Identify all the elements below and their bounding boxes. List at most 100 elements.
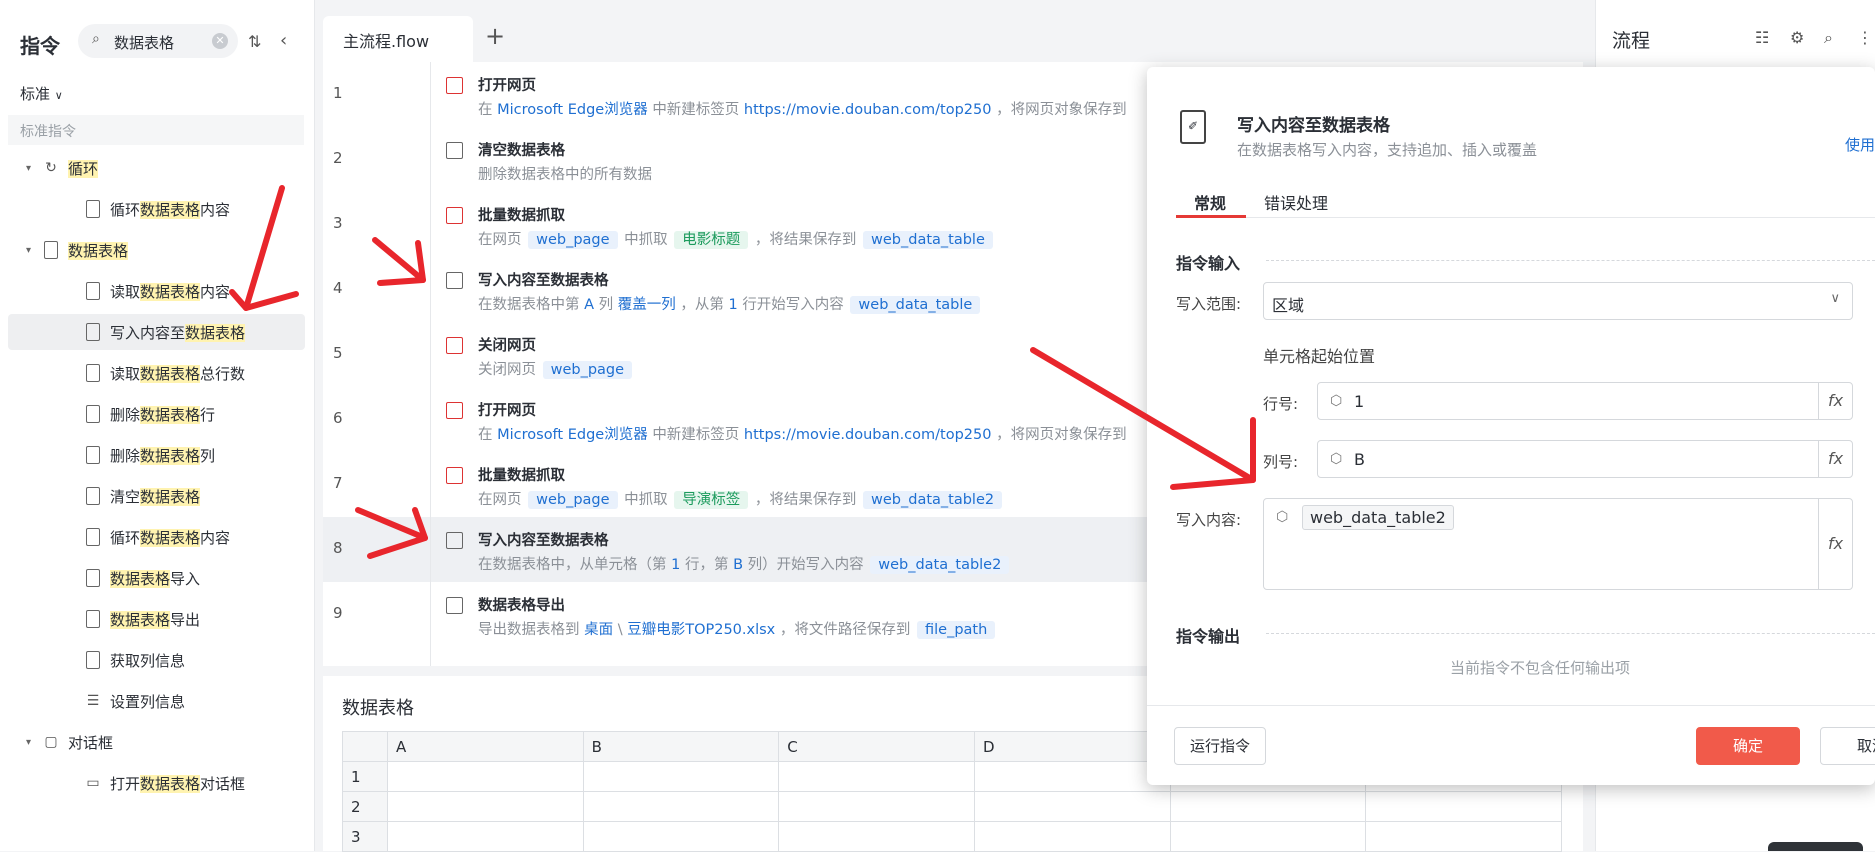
grid-cell[interactable] — [973, 791, 1171, 822]
variable-chip[interactable]: file_path — [916, 621, 996, 639]
sidebar-item[interactable]: ▭ 打开数据表格对话框 — [8, 765, 305, 801]
tab-main-flow[interactable]: 主流程.flow — [323, 16, 473, 62]
description-text: 1 — [671, 557, 681, 573]
sidebar-item[interactable]: ☰ 设置列信息 — [8, 683, 305, 719]
grid-corner[interactable] — [342, 731, 388, 762]
sidebar-item[interactable]: 读取数据表格总行数 — [8, 355, 305, 391]
grid-cell[interactable] — [582, 761, 780, 792]
variable-chip[interactable]: 导演标签 — [674, 491, 749, 509]
line-number: 6 — [333, 409, 343, 427]
sidebar-item[interactable]: 读取数据表格内容 — [8, 273, 305, 309]
collapse-sidebar-icon[interactable]: ‹ — [280, 30, 287, 51]
mode-dropdown[interactable]: 标准 ∨ — [20, 83, 63, 104]
expand-caret-icon[interactable]: ▾ — [26, 163, 42, 174]
help-link[interactable]: 使用 — [1845, 134, 1875, 155]
step-description: 在网页 web_page 中抓取 导演标签 ，将结果保存到 web_data_t… — [478, 488, 1004, 509]
grid-cell[interactable] — [386, 761, 584, 792]
grid-cell[interactable] — [386, 821, 584, 852]
add-tab-button[interactable]: + — [485, 22, 505, 50]
clear-search-icon[interactable]: ✕ — [212, 33, 228, 49]
document-icon — [446, 597, 463, 614]
column-number-input[interactable]: ⬡ B fx — [1317, 440, 1853, 478]
document-icon — [86, 282, 100, 300]
search-input[interactable]: ⌕ 数据表格 ✕ — [78, 24, 238, 58]
grid-cell[interactable] — [582, 821, 780, 852]
grid-cell[interactable] — [1365, 791, 1562, 822]
line-number: 9 — [333, 604, 343, 622]
variable-tag[interactable]: web_data_table2 — [1302, 505, 1454, 530]
step-title: 关闭网页 — [478, 338, 536, 354]
fx-button[interactable]: fx — [1818, 441, 1852, 477]
cancel-button[interactable]: 取消 — [1820, 727, 1875, 765]
variable-chip[interactable]: web_data_table — [863, 231, 993, 249]
sidebar-item[interactable]: 循环数据表格内容 — [8, 191, 305, 227]
sidebar-item[interactable]: 数据表格导出 — [8, 601, 305, 637]
confirm-button[interactable]: 确定 — [1696, 727, 1800, 765]
settings-icon[interactable]: ⚙ — [1790, 28, 1804, 47]
layers-icon[interactable]: ☷ — [1755, 28, 1769, 47]
range-select[interactable]: 区域 ∨ — [1263, 282, 1853, 320]
sidebar-item-label: 循环数据表格内容 — [110, 200, 231, 219]
variable-chip[interactable]: web_data_table2 — [870, 556, 1010, 574]
sidebar-item[interactable]: 循环数据表格内容 — [8, 519, 305, 555]
content-input[interactable]: ⬡ web_data_table2 fx — [1263, 498, 1853, 590]
step-title: 批量数据抓取 — [478, 468, 565, 484]
grid-cell[interactable] — [1365, 821, 1562, 852]
fx-button[interactable]: fx — [1818, 383, 1852, 419]
variable-chip[interactable]: web_page — [542, 361, 633, 379]
sidebar-item[interactable]: 删除数据表格行 — [8, 396, 305, 432]
expand-caret-icon[interactable]: ▾ — [26, 737, 42, 748]
sidebar-item[interactable]: 删除数据表格列 — [8, 437, 305, 473]
sidebar-item[interactable]: 写入内容至数据表格 — [8, 314, 305, 350]
tab-general[interactable]: 常规 — [1194, 190, 1226, 214]
variable-chip[interactable]: web_data_table — [850, 296, 981, 314]
sidebar-group[interactable]: ▾ ↻ 循环 — [8, 150, 305, 186]
row-number-input[interactable]: ⬡ 1 fx — [1317, 382, 1853, 420]
document-icon — [446, 272, 463, 289]
description-text: ，将结果保存到 — [754, 492, 857, 508]
sidebar-item[interactable]: 清空数据表格 — [8, 478, 305, 514]
row-header[interactable]: 1 — [342, 761, 388, 792]
column-header[interactable]: B — [582, 731, 780, 762]
sort-icon[interactable]: ⇅ — [248, 32, 261, 51]
grid-cell[interactable] — [778, 791, 975, 822]
description-text: 导出数据表格到 — [478, 622, 580, 638]
sidebar-item[interactable]: 获取列信息 — [8, 642, 305, 678]
run-instruction-button[interactable]: 运行指令 — [1174, 727, 1266, 765]
variable-chip[interactable]: 电影标题 — [674, 231, 749, 249]
description-text: 列）开始写入内容 — [747, 557, 864, 573]
grid-cell[interactable] — [973, 821, 1171, 852]
sidebar-group[interactable]: ▾ 数据表格 — [8, 232, 305, 268]
grid-cell[interactable] — [778, 821, 975, 852]
row-header[interactable]: 3 — [342, 821, 388, 852]
sidebar-group[interactable]: ▾ ▢ 对话框 — [8, 724, 305, 760]
content-label: 写入内容: — [1176, 511, 1242, 529]
more-icon[interactable]: ⋮ — [1857, 28, 1873, 47]
grid-cell[interactable] — [1169, 791, 1367, 822]
line-number: 2 — [333, 149, 343, 167]
grid-cell[interactable] — [1169, 821, 1367, 852]
row-header[interactable]: 2 — [342, 791, 388, 822]
variable-chip[interactable]: web_page — [528, 491, 618, 509]
sidebar-item[interactable]: 数据表格导入 — [8, 560, 305, 596]
grid-cell[interactable] — [973, 761, 1171, 792]
description-text: 桌面 — [584, 622, 614, 638]
grid-cell[interactable] — [386, 791, 584, 822]
description-text: B — [733, 557, 744, 573]
column-header[interactable]: A — [386, 731, 584, 762]
variable-chip[interactable]: web_page — [528, 231, 618, 249]
document-icon — [86, 200, 100, 218]
row-value: 1 — [1354, 392, 1365, 411]
tab-error-handling[interactable]: 错误处理 — [1264, 190, 1328, 214]
description-text: 关闭网页 — [478, 362, 536, 378]
search-icon[interactable]: ⌕ — [1824, 28, 1833, 48]
description-text: 在网页 — [478, 492, 522, 508]
column-header[interactable]: C — [778, 731, 975, 762]
grid-cell[interactable] — [582, 791, 780, 822]
grid-cell[interactable] — [778, 761, 975, 792]
fx-button[interactable]: fx — [1818, 499, 1852, 589]
column-header[interactable]: D — [973, 731, 1171, 762]
variable-chip[interactable]: web_data_table2 — [863, 491, 1003, 509]
expand-caret-icon[interactable]: ▾ — [26, 245, 42, 256]
document-icon — [86, 487, 100, 505]
